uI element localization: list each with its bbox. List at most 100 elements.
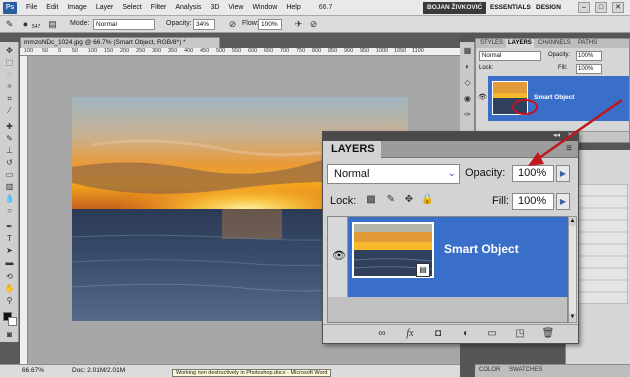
scroll-down-icon[interactable]: ▼ (569, 313, 576, 322)
flow-field[interactable]: 100% (258, 19, 282, 30)
visibility-eye-icon[interactable]: 👁 (332, 249, 346, 262)
panel-icon-strip: ▦ ◐ ◇ ◉ ✑ (460, 42, 475, 132)
menu-3d[interactable]: 3D (210, 4, 219, 11)
menu-analysis[interactable]: Analysis (175, 4, 201, 11)
hand-tool-icon[interactable]: ✋ (4, 284, 15, 293)
background-color-swatch[interactable] (8, 317, 17, 326)
status-zoom[interactable]: 66.67% (22, 367, 44, 374)
zoom-tool-icon[interactable]: ⚲ (4, 296, 15, 305)
menu-help[interactable]: Help (286, 4, 300, 11)
lock-position-icon[interactable]: ✥ (403, 194, 415, 206)
menu-window[interactable]: Window (252, 4, 277, 11)
layers-panel-title[interactable]: LAYERS (323, 141, 381, 158)
vertical-ruler (20, 56, 28, 364)
menu-select[interactable]: Select (122, 4, 141, 11)
layers-panel-footer: ∞ fx ◘ ◐ ▭ ◳ 🗑 (323, 324, 578, 343)
zoom-level[interactable]: 66.7 (319, 4, 333, 11)
menu-edit[interactable]: Edit (46, 4, 58, 11)
brush-tool-icon[interactable]: ✎ (4, 19, 15, 30)
dodge-tool-icon[interactable]: ○ (4, 206, 15, 215)
adjustments-panel-icon[interactable]: ◐ (463, 62, 472, 71)
ruler-tick: 650 (264, 48, 274, 54)
quick-mask-icon[interactable]: ◙ (4, 330, 15, 339)
airbrush-icon[interactable]: ✈ (293, 19, 304, 30)
ruler-tick: 250 (136, 48, 146, 54)
tab-paths[interactable]: PATHS (576, 39, 599, 48)
docked-blend-mode-select[interactable]: Normal (479, 51, 541, 61)
pen-tool-icon[interactable]: ✒ (4, 222, 15, 231)
clone-stamp-tool-icon[interactable]: ⊥ (4, 146, 15, 155)
menu-view[interactable]: View (228, 4, 243, 11)
delete-layer-icon[interactable]: 🗑 (541, 328, 555, 340)
add-mask-icon[interactable]: ◘ (431, 328, 445, 340)
menu-filter[interactable]: Filter (151, 4, 167, 11)
menu-file[interactable]: File (26, 4, 37, 11)
brush-panel-icon[interactable]: ▤ (47, 19, 58, 30)
healing-brush-tool-icon[interactable]: ✚ (4, 122, 15, 131)
styles-panel-icon[interactable]: ▦ (463, 46, 472, 55)
layers-scrollbar[interactable]: ▲ ▼ (568, 216, 577, 323)
user-account-button[interactable]: BOJAN ŽIVKOVIĆ (423, 2, 487, 14)
blur-tool-icon[interactable]: 💧 (4, 194, 15, 203)
ruler-tick: 500 (216, 48, 226, 54)
opacity-field[interactable]: 34% (193, 19, 215, 30)
adjustment-layer-icon[interactable]: ◐ (459, 328, 473, 340)
ruler-tick: 150 (104, 48, 114, 54)
docked-fill-label: Fill: (558, 65, 568, 71)
menu-layer[interactable]: Layer (96, 4, 114, 11)
lasso-tool-icon[interactable]: ◌ (4, 70, 15, 79)
new-group-icon[interactable]: ▭ (485, 328, 499, 340)
3d-rotate-tool-icon[interactable]: ⟲ (4, 272, 15, 281)
history-brush-tool-icon[interactable]: ↺ (4, 158, 15, 167)
menu-image[interactable]: Image (67, 4, 86, 11)
document-tab[interactable]: mmzoNDc_1024.jpg @ 66.7% (Smart Object, … (20, 37, 220, 48)
tab-color[interactable]: COLOR (479, 367, 500, 373)
tab-channels[interactable]: CHANNELS (536, 39, 573, 48)
pressure-opacity-icon[interactable]: ⊘ (227, 19, 238, 30)
brush-tool-icon[interactable]: ✎ (4, 134, 15, 143)
docked-fill-field[interactable]: 100% (576, 64, 602, 74)
layer-row[interactable]: ▤ Smart Object (348, 217, 568, 297)
fill-slider-arrow-icon[interactable]: ▶ (556, 193, 570, 210)
shape-tool-icon[interactable]: ▬ (4, 258, 15, 267)
close-button[interactable]: ✕ (612, 2, 624, 13)
lock-transparency-icon[interactable]: ▩ (365, 194, 377, 206)
lock-pixels-icon[interactable]: ✎ (385, 194, 397, 206)
move-tool-icon[interactable]: ✥ (4, 46, 15, 55)
tab-layers[interactable]: LAYERS (506, 39, 534, 48)
fill-field[interactable]: 100% (512, 193, 554, 210)
chevron-down-icon: ⌄ (447, 168, 456, 179)
gradient-tool-icon[interactable]: ▥ (4, 182, 15, 191)
marquee-tool-icon[interactable]: ⬚ (4, 58, 15, 67)
quick-select-tool-icon[interactable]: ✧ (4, 82, 15, 91)
pressure-size-icon[interactable]: ⊘ (308, 19, 319, 30)
link-layers-icon[interactable]: ∞ (375, 328, 389, 340)
type-tool-icon[interactable]: T (4, 234, 15, 243)
paths-panel-icon[interactable]: ✑ (463, 110, 472, 119)
layer-name[interactable]: Smart Object (444, 242, 519, 256)
opacity-label: Opacity: (166, 20, 192, 27)
blend-mode-select[interactable]: Normal ⌄ (327, 164, 460, 184)
docked-opacity-field[interactable]: 100% (576, 51, 602, 61)
path-selection-tool-icon[interactable]: ➤ (4, 246, 15, 255)
tab-styles[interactable]: STYLES (478, 39, 505, 48)
eyedropper-tool-icon[interactable]: ⁄ (4, 106, 15, 115)
mode-select[interactable]: Normal (93, 19, 155, 30)
scroll-up-icon[interactable]: ▲ (569, 217, 576, 226)
blend-mode-value: Normal (334, 168, 370, 180)
new-layer-icon[interactable]: ◳ (513, 328, 527, 340)
brush-preset-icon[interactable]: ● (20, 19, 31, 30)
crop-tool-icon[interactable]: ⌗ (4, 94, 15, 103)
photoshop-window: Ps File Edit Image Layer Select Filter A… (0, 0, 630, 377)
tab-swatches[interactable]: SWATCHES (509, 367, 542, 373)
eraser-tool-icon[interactable]: ▭ (4, 170, 15, 179)
maximize-button[interactable]: □ (595, 2, 607, 13)
layers-panel-icon[interactable]: ◇ (463, 78, 472, 87)
minimize-button[interactable]: – (578, 2, 590, 13)
layer-style-fx-icon[interactable]: fx (403, 328, 417, 340)
workspace-design-button[interactable]: DESIGN (533, 2, 564, 14)
lock-all-icon[interactable]: 🔒 (421, 194, 433, 206)
workspace-essentials-button[interactable]: ESSENTIALS (487, 2, 534, 14)
ruler-tick: 450 (200, 48, 210, 54)
masks-panel-icon[interactable]: ◉ (463, 94, 472, 103)
